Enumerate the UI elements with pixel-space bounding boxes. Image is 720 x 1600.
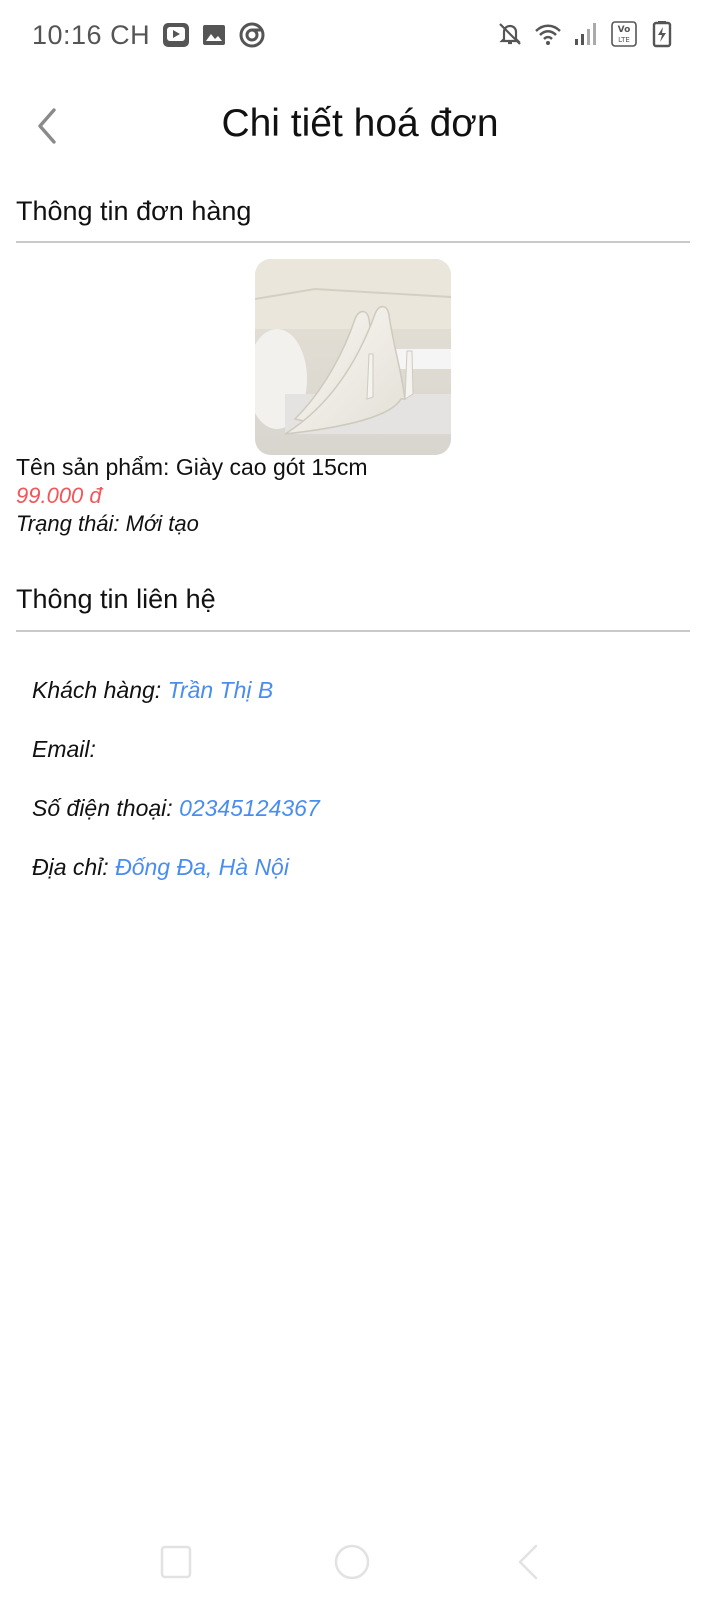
contact-section-divider bbox=[16, 630, 690, 632]
customer-name: Trần Thị B bbox=[167, 677, 274, 703]
product-photo bbox=[255, 259, 451, 455]
order-status-row: Trạng thái: Mới tạo bbox=[16, 511, 199, 537]
gallery-icon bbox=[200, 21, 228, 49]
product-price: 99.000 đ bbox=[16, 483, 102, 508]
app-header: Chi tiết hoá đơn bbox=[0, 90, 720, 170]
system-icons: Vo LTE bbox=[496, 20, 676, 48]
address-value: Đống Đa, Hà Nội bbox=[115, 854, 289, 880]
product-name-row: Tên sản phẩm: Giày cao gót 15cm bbox=[16, 454, 368, 481]
system-nav-bar bbox=[0, 1520, 720, 1600]
order-section-title: Thông tin đơn hàng bbox=[16, 196, 252, 226]
svg-text:Vo: Vo bbox=[618, 25, 631, 35]
order-status-label: Trạng thái: bbox=[16, 511, 126, 536]
video-app-icon bbox=[162, 21, 190, 49]
status-bar: 10:16 CH Vo LTE bbox=[0, 0, 720, 72]
recents-square-icon bbox=[160, 1545, 192, 1579]
home-circle-icon bbox=[334, 1544, 370, 1580]
bell-off-icon bbox=[496, 20, 524, 48]
phone-row: Số điện thoại: 02345124367 bbox=[32, 795, 320, 822]
back-triangle-icon bbox=[518, 1544, 538, 1580]
notification-icons bbox=[162, 21, 266, 49]
customer-label: Khách hàng: bbox=[32, 677, 162, 703]
status-time: 10:16 CH bbox=[32, 20, 151, 50]
address-row: Địa chỉ: Đống Đa, Hà Nội bbox=[32, 854, 289, 881]
signal-icon bbox=[572, 20, 600, 48]
phone-value: 02345124367 bbox=[179, 795, 320, 821]
order-status: Mới tạo bbox=[125, 511, 199, 536]
recents-button[interactable] bbox=[156, 1542, 196, 1582]
contact-section-title: Thông tin liên hệ bbox=[16, 584, 216, 614]
invoice-detail-screen: 10:16 CH Vo LTE Chi tiết hoá đơn Thông t… bbox=[0, 0, 720, 1600]
email-label: Email: bbox=[32, 736, 96, 762]
customer-row: Khách hàng: Trần Thị B bbox=[32, 677, 273, 704]
phone-label: Số điện thoại: bbox=[32, 795, 173, 821]
product-name-label: Tên sản phẩm: bbox=[16, 454, 176, 480]
page-title: Chi tiết hoá đơn bbox=[221, 102, 499, 145]
home-button[interactable] bbox=[332, 1542, 372, 1582]
system-back-button[interactable] bbox=[508, 1542, 548, 1582]
order-section-divider bbox=[16, 241, 690, 243]
product-name: Giày cao gót 15cm bbox=[175, 454, 368, 480]
address-label: Địa chỉ: bbox=[32, 854, 109, 880]
browser-icon bbox=[238, 21, 266, 49]
battery-icon bbox=[648, 20, 676, 48]
wifi-icon bbox=[534, 20, 562, 48]
volte-icon: Vo LTE bbox=[610, 20, 638, 48]
svg-text:LTE: LTE bbox=[618, 36, 630, 44]
email-row: Email: bbox=[32, 736, 96, 763]
product-image[interactable] bbox=[255, 259, 451, 455]
